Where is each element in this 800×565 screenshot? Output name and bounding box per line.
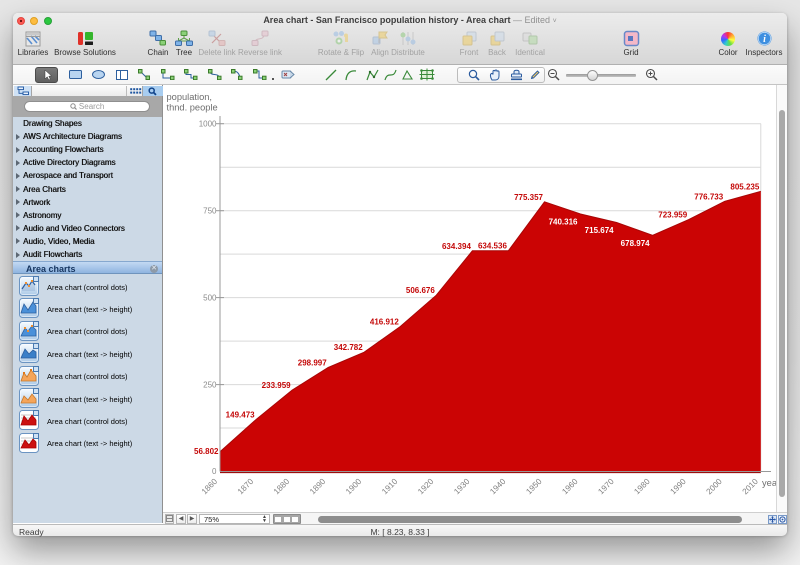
svg-text:i: i [763, 34, 766, 45]
svg-text:416.912: 416.912 [370, 318, 399, 327]
svg-text:1000: 1000 [199, 119, 217, 128]
svg-text:2000: 2000 [705, 477, 725, 497]
svg-text:1860: 1860 [200, 477, 220, 497]
svg-text:775.357: 775.357 [514, 193, 543, 202]
svg-text:1940: 1940 [488, 477, 508, 497]
svg-text:1920: 1920 [416, 477, 436, 497]
svg-text:723.959: 723.959 [658, 211, 687, 220]
svg-text:thnd. people: thnd. people [167, 103, 218, 113]
svg-text:1950: 1950 [524, 477, 544, 497]
svg-text:0: 0 [212, 467, 217, 476]
svg-text:634.394: 634.394 [442, 242, 471, 251]
svg-text:233.959: 233.959 [262, 381, 291, 390]
svg-text:342.782: 342.782 [334, 343, 363, 352]
svg-text:740.316: 740.316 [549, 218, 578, 227]
svg-text:634.536: 634.536 [478, 242, 507, 251]
svg-text:2010: 2010 [741, 477, 761, 497]
svg-text:149.473: 149.473 [226, 411, 255, 420]
svg-text:1880: 1880 [272, 477, 292, 497]
svg-text:1990: 1990 [669, 477, 689, 497]
svg-text:population,: population, [167, 92, 213, 102]
svg-text:1870: 1870 [236, 477, 256, 497]
svg-text:250: 250 [203, 380, 217, 389]
svg-text:1930: 1930 [452, 477, 472, 497]
svg-text:1890: 1890 [308, 477, 328, 497]
svg-text:1980: 1980 [632, 477, 652, 497]
svg-text:1960: 1960 [560, 477, 580, 497]
svg-text:715.674: 715.674 [585, 226, 614, 235]
svg-text:750: 750 [203, 206, 217, 215]
svg-text:805.235: 805.235 [730, 182, 759, 191]
svg-text:1910: 1910 [380, 477, 400, 497]
svg-text:1900: 1900 [344, 477, 364, 497]
svg-text:298.997: 298.997 [298, 359, 327, 368]
svg-text:776.733: 776.733 [694, 192, 723, 201]
svg-text:56.802: 56.802 [194, 447, 219, 456]
svg-text:678.974: 678.974 [621, 239, 650, 248]
svg-text:1970: 1970 [596, 477, 616, 497]
svg-text:506.676: 506.676 [406, 286, 435, 295]
svg-text:500: 500 [203, 293, 217, 302]
